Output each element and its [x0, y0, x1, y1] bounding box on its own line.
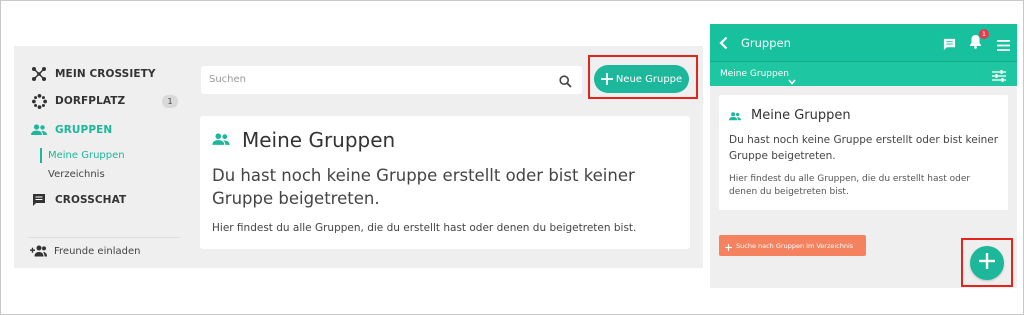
search-input[interactable]: Suchen: [201, 66, 582, 94]
new-group-label: Neue Gruppe: [615, 73, 683, 85]
mobile-header-title: Gruppen: [741, 36, 791, 50]
add-friends-icon: [30, 242, 47, 261]
sidebar-item-label: GRUPPEN: [55, 124, 113, 136]
filter-sliders-icon[interactable]: [992, 67, 1006, 86]
invite-friends-link[interactable]: Freunde einladen: [30, 243, 140, 259]
sidebar-item-label: DORFPLATZ: [55, 95, 126, 107]
notification-badge: 1: [979, 29, 989, 39]
empty-groups-card: Meine Gruppen Du hast noch keine Gruppe …: [719, 95, 1008, 210]
plus-icon: [979, 253, 995, 273]
sidebar-item-mein-crossiety[interactable]: MEIN CROSSIETY: [31, 64, 156, 84]
search-directory-label: Suche nach Gruppen im Verzeichnis: [736, 241, 854, 250]
sidebar-item-dorfplatz[interactable]: DORFPLATZ: [31, 91, 125, 111]
view-dropdown[interactable]: Meine Gruppen: [720, 69, 789, 79]
notification-badge: 1: [162, 95, 178, 108]
empty-hint: Hier findest du alle Gruppen, die du ers…: [212, 222, 637, 234]
sidebar-subitem-verzeichnis[interactable]: Verzeichnis: [48, 169, 105, 180]
sidebar-item-crosschat[interactable]: CROSSCHAT: [31, 190, 126, 210]
network-icon: [31, 66, 47, 82]
empty-message: Du hast noch keine Gruppe erstellt oder …: [212, 166, 635, 208]
chat-icon: [31, 192, 47, 208]
mobile-subheader: Meine Gruppen: [710, 61, 1017, 86]
sidebar-item-label: MEIN CROSSIETY: [55, 68, 156, 80]
card-title: Meine Gruppen: [242, 128, 396, 152]
sidebar-item-label: CROSSCHAT: [55, 194, 127, 206]
card-header: Meine Gruppen: [212, 128, 395, 152]
add-group-fab[interactable]: [970, 246, 1004, 280]
sidebar-subitem-meine-gruppen[interactable]: Meine Gruppen: [48, 150, 125, 161]
empty-hint: Hier findest du alle Gruppen, die du ers…: [729, 174, 971, 197]
empty-groups-card: Meine Gruppen Du hast noch keine Gruppe …: [200, 116, 690, 249]
chat-icon[interactable]: [943, 36, 956, 55]
groups-icon: [31, 122, 47, 138]
groups-icon: [212, 131, 230, 150]
hamburger-menu-icon[interactable]: [997, 36, 1010, 55]
invite-friends-label: Freunde einladen: [54, 245, 141, 257]
plus-icon: [725, 236, 732, 255]
search-placeholder: Suchen: [209, 74, 247, 85]
search-icon[interactable]: [559, 73, 572, 92]
community-circle-icon: [31, 93, 47, 109]
active-indicator: [40, 148, 42, 163]
new-group-button[interactable]: Neue Gruppe: [594, 65, 689, 93]
card-header: Meine Gruppen: [729, 106, 851, 125]
search-directory-button[interactable]: Suche nach Gruppen im Verzeichnis: [719, 235, 866, 256]
empty-message: Du hast noch keine Gruppe erstellt oder …: [729, 134, 999, 162]
groups-icon: [729, 106, 741, 125]
back-arrow-icon[interactable]: [719, 35, 728, 54]
sidebar-item-gruppen[interactable]: GRUPPEN: [31, 120, 112, 140]
divider: [28, 237, 180, 238]
sidebar: MEIN CROSSIETY DORFPLATZ 1 GRUPPEN Meine…: [14, 46, 186, 268]
mobile-header: Gruppen 1: [710, 24, 1017, 61]
plus-icon: [600, 70, 613, 89]
card-title: Meine Gruppen: [751, 108, 851, 123]
chevron-down-icon[interactable]: [788, 70, 796, 89]
